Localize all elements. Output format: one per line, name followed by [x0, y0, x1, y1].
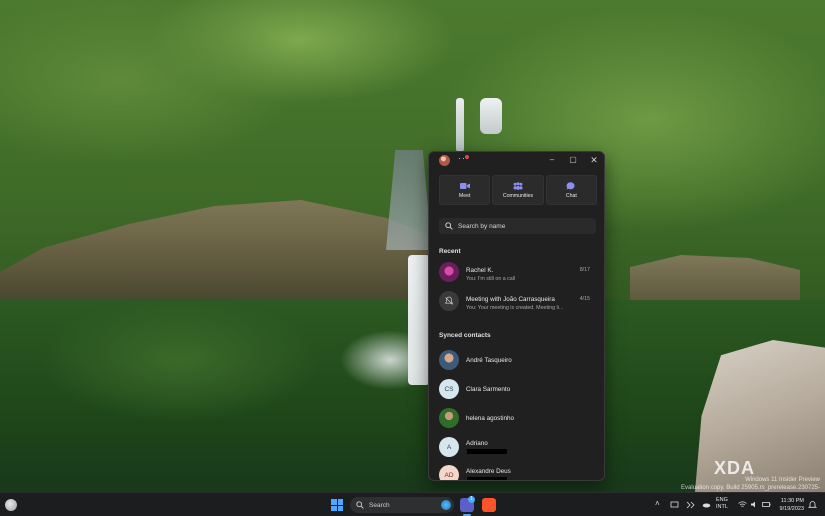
synced-contacts-title: Synced contacts	[439, 332, 491, 339]
recent-section-title: Recent	[439, 248, 461, 255]
notification-badge	[465, 155, 469, 159]
redacted-info	[467, 477, 507, 480]
search-placeholder: Search by name	[458, 222, 506, 230]
contact-name: helena agostinho	[466, 415, 514, 422]
minimize-button[interactable]: –	[545, 154, 559, 166]
contact-name: André Tasqueiro	[466, 357, 512, 364]
meet-button[interactable]: Meet	[439, 175, 491, 205]
close-button[interactable]: ✕	[587, 154, 601, 166]
profile-avatar[interactable]	[439, 155, 450, 166]
avatar: CS	[439, 379, 459, 399]
maximize-button[interactable]: ▢	[566, 154, 580, 166]
weather-widget-icon[interactable]	[5, 499, 17, 511]
system-clock[interactable]: 11:30 PM 9/19/2023	[774, 497, 804, 513]
quick-actions: Meet Communities Chat	[439, 175, 597, 205]
taskbar-search-label: Search	[369, 501, 390, 509]
watermark-line-2: Evaluation copy. Build 25905.rs_prerelea…	[681, 485, 820, 491]
redacted-info	[467, 449, 507, 454]
wallpaper-waterfall-upper	[456, 98, 464, 152]
volume-icon[interactable]	[750, 500, 759, 509]
tray-app-icon[interactable]	[670, 500, 679, 509]
tray-app-icon[interactable]	[686, 500, 695, 509]
wallpaper-mist	[340, 330, 440, 390]
chat-button[interactable]: Chat	[545, 175, 597, 205]
contact-helena[interactable]: helena agostinho	[429, 404, 604, 432]
chat-preview: You: Your meeting is created. Meeting li…	[466, 305, 564, 311]
teams-chat-window: ··· – ▢ ✕ Meet Communities Chat Search b…	[428, 151, 605, 481]
avatar: A	[439, 437, 459, 457]
start-icon-tile	[331, 499, 337, 505]
bing-icon	[441, 500, 451, 510]
meet-label: Meet	[458, 192, 471, 199]
lang-line-1: ENG	[716, 497, 728, 503]
avatar	[439, 291, 459, 311]
teams-badge-count: 1	[468, 496, 475, 503]
avatar	[439, 350, 459, 370]
start-icon-tile	[337, 499, 343, 505]
chat-item-meeting[interactable]: Meeting with João Carrasqueira You: Your…	[429, 287, 604, 315]
wifi-icon[interactable]	[738, 500, 747, 509]
lang-line-2: INTL	[716, 504, 728, 510]
communities-label: Communities	[502, 192, 534, 199]
avatar: AD	[439, 465, 459, 480]
search-icon	[356, 501, 364, 509]
start-icon-tile	[331, 505, 337, 511]
desktop-wallpaper: XDA Windows 11 Insider Preview Evaluatio…	[0, 0, 825, 492]
show-hidden-icons-chevron-icon[interactable]: ˄	[655, 499, 660, 508]
taskbar: Search 1 ˄ ENG INTL 11:30 PM 9/19/2023	[0, 492, 825, 516]
communities-icon	[513, 181, 523, 190]
chat-item-rachel[interactable]: Rachel K. You: I'm still on a call 8/17	[429, 258, 604, 286]
clock-time: 11:30 PM	[780, 498, 804, 504]
meeting-icon	[444, 296, 454, 305]
brave-browser-icon[interactable]	[482, 498, 496, 512]
contact-adriano[interactable]: A Adriano	[429, 433, 604, 461]
watermark-line-1: Windows 11 Insider Preview	[745, 477, 820, 483]
taskbar-search-box[interactable]: Search	[350, 497, 454, 513]
avatar	[439, 408, 459, 428]
contact-name: Adriano	[466, 440, 488, 447]
chat-name: Meeting with João Carrasqueira	[466, 296, 555, 303]
search-icon	[445, 222, 453, 230]
wallpaper-river	[386, 150, 432, 250]
contact-clara[interactable]: CS Clara Sarmento	[429, 375, 604, 403]
notification-bell-icon[interactable]	[808, 500, 817, 509]
chat-name: Rachel K.	[466, 267, 494, 274]
contact-andre[interactable]: André Tasqueiro	[429, 346, 604, 374]
chat-icon	[566, 181, 575, 190]
chat-preview: You: I'm still on a call	[466, 276, 516, 282]
search-input[interactable]: Search by name	[439, 218, 596, 234]
chat-date: 8/17	[579, 267, 590, 273]
teams-titlebar[interactable]: ··· – ▢ ✕	[429, 152, 604, 169]
onedrive-icon[interactable]	[702, 500, 711, 509]
communities-button[interactable]: Communities	[492, 175, 544, 205]
chat-label: Chat	[565, 192, 577, 199]
avatar	[439, 262, 459, 282]
windows-insider-watermark: Windows 11 Insider Preview Evaluation co…	[680, 476, 820, 492]
contact-name: Clara Sarmento	[466, 386, 511, 393]
video-camera-icon	[459, 182, 470, 189]
chat-date: 4/15	[579, 296, 590, 302]
start-icon-tile	[337, 505, 343, 511]
contact-name: Alexandre Deus	[466, 468, 511, 475]
start-button[interactable]	[331, 499, 343, 511]
wallpaper-waterfall-upper-2	[480, 98, 502, 134]
battery-icon[interactable]	[762, 500, 771, 509]
clock-date: 9/19/2023	[779, 506, 804, 512]
input-language-indicator[interactable]: ENG INTL	[716, 497, 728, 511]
contact-alexandre[interactable]: AD Alexandre Deus	[429, 461, 604, 480]
